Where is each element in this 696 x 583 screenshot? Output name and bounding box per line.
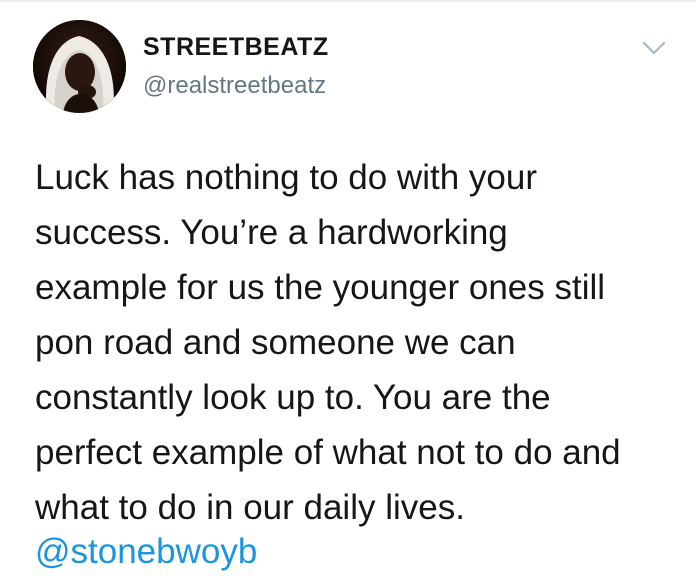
chevron-down-icon[interactable] [642, 40, 666, 56]
author-handle[interactable]: @realstreetbeatz [143, 72, 326, 100]
tweet-text-line: constantly look up to. You are the [35, 378, 551, 417]
author-display-name[interactable]: STREETBEATZ [143, 33, 329, 62]
tweet-text-line: perfect example of what not to do and [35, 433, 621, 472]
tweet-text-line: pon road and someone we can [35, 323, 516, 362]
mention-link[interactable]: @stonebwoyb [35, 530, 257, 574]
tweet-text-line: example for us the younger ones still [35, 268, 606, 307]
tweet-text-line: what to do in our daily lives. [35, 488, 465, 527]
tweet-text-line: Luck has nothing to do with your [35, 158, 537, 197]
profile-photo-icon [33, 20, 126, 113]
tweet-text-line: success. You’re a hardworking [35, 213, 508, 252]
avatar[interactable] [33, 20, 126, 113]
tweet-text: Luck has nothing to do with your success… [35, 150, 685, 535]
top-divider [0, 0, 696, 2]
